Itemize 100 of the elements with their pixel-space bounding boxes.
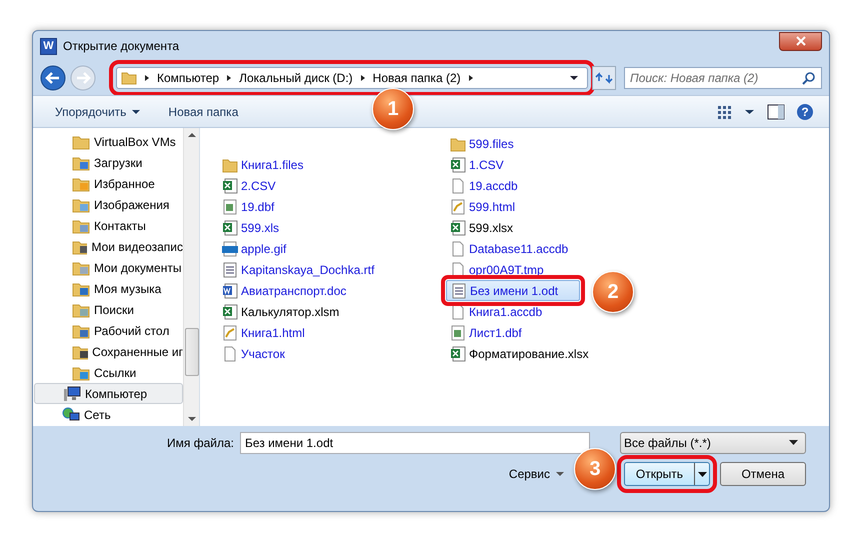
search-field[interactable]: Поиск: Новая папка (2)	[624, 67, 822, 89]
file-item[interactable]: Книга1.html	[218, 322, 446, 343]
sidebar-item[interactable]: Сеть	[34, 404, 183, 425]
filename-field[interactable]: Без имени 1.odt	[240, 432, 590, 454]
special-folder-icon	[72, 196, 90, 212]
network-icon	[62, 406, 80, 422]
sidebar-item[interactable]: Загрузки	[33, 152, 183, 173]
sidebar-item[interactable]: Компьютер	[34, 383, 183, 404]
sidebar-item[interactable]: Контакты	[33, 215, 183, 236]
word-document-icon	[222, 282, 238, 298]
sidebar-item[interactable]: Мои видеозапис	[33, 236, 183, 257]
sidebar-item[interactable]: Рабочий стол	[33, 320, 183, 341]
special-folder-icon	[72, 238, 88, 254]
scroll-up-icon[interactable]	[188, 132, 196, 137]
preview-pane-icon[interactable]	[767, 104, 785, 120]
sidebar-item[interactable]: Мои документы	[33, 257, 183, 278]
spreadsheet-icon	[450, 156, 466, 172]
spreadsheet-icon	[450, 220, 466, 236]
spreadsheet-icon	[222, 220, 238, 236]
sidebar-item[interactable]: Моя музыка	[33, 278, 183, 299]
spreadsheet-icon	[222, 178, 238, 194]
file-type-dropdown[interactable]: Все файлы (*.*)	[620, 432, 806, 454]
spreadsheet-icon	[222, 304, 238, 320]
file-item[interactable]: 599.files	[446, 133, 674, 154]
caret-icon	[556, 472, 564, 476]
app-icon: W	[40, 38, 57, 54]
folder-icon	[450, 136, 466, 152]
file-item[interactable]: Форматирование.xlsx	[446, 343, 674, 364]
sidebar-item[interactable]: Сохраненные иг	[33, 341, 183, 362]
chevron-icon	[143, 74, 151, 82]
file-item[interactable]: Калькулятор.xlsm	[218, 301, 446, 322]
search-icon	[802, 71, 816, 85]
sidebar-item[interactable]: Поиски	[33, 299, 183, 320]
scrollbar[interactable]	[183, 128, 199, 426]
scrollbar-thumb[interactable]	[184, 328, 198, 376]
special-folder-icon	[72, 260, 90, 276]
file-item[interactable]: Database11.accdb	[446, 238, 674, 259]
file-item[interactable]: Авиатранспорт.doc	[218, 280, 446, 301]
document-icon	[451, 282, 467, 298]
special-folder-icon	[72, 176, 90, 192]
filename-label: Имя файла:	[167, 436, 234, 450]
help-button[interactable]: ?	[797, 104, 813, 120]
sidebar-item[interactable]: Ссылки	[33, 362, 183, 383]
folder-icon	[72, 134, 90, 150]
file-icon	[450, 240, 466, 256]
spreadsheet-icon	[450, 324, 466, 340]
caret-icon	[788, 440, 799, 446]
file-icon	[450, 178, 466, 194]
image-file-icon	[222, 240, 238, 256]
breadcrumb[interactable]: Локальный диск (D:)	[239, 71, 353, 85]
special-folder-icon	[72, 302, 90, 318]
refresh-button[interactable]	[592, 66, 616, 90]
chevron-icon	[225, 74, 234, 82]
computer-icon	[63, 386, 81, 402]
cancel-button[interactable]: Отмена	[720, 462, 806, 486]
chevron-icon	[358, 74, 367, 82]
document-icon	[222, 262, 238, 278]
view-grid-icon[interactable]	[717, 104, 733, 118]
web-file-icon	[450, 198, 466, 214]
file-item[interactable]: Участок	[218, 343, 446, 364]
web-file-icon	[222, 324, 238, 340]
chevron-icon	[466, 74, 475, 82]
special-folder-icon	[72, 154, 90, 170]
file-item[interactable]: 2.CSV	[218, 175, 446, 196]
special-folder-icon	[72, 218, 90, 234]
caret-icon	[132, 108, 140, 114]
file-item[interactable]: apple.gif	[218, 238, 446, 259]
file-item[interactable]: Kapitanskaya_Dochka.rtf	[218, 259, 446, 280]
file-item[interactable]: 19.accdb	[446, 175, 674, 196]
breadcrumb[interactable]: Новая папка (2)	[372, 71, 461, 85]
file-item[interactable]: 599.xls	[218, 217, 446, 238]
special-folder-icon	[72, 344, 88, 360]
spreadsheet-icon	[450, 346, 466, 362]
close-icon	[796, 36, 806, 46]
scroll-down-icon[interactable]	[188, 417, 196, 422]
close-button[interactable]	[779, 32, 822, 50]
tools-button[interactable]: Сервис	[502, 466, 570, 482]
file-icon	[222, 346, 238, 362]
file-item[interactable]: Книга1.files	[218, 154, 446, 175]
special-folder-icon	[72, 280, 90, 296]
file-item[interactable]: Лист1.dbf	[446, 322, 674, 343]
sidebar-item[interactable]: Избранное	[33, 173, 183, 194]
folder-icon	[121, 71, 137, 85]
sidebar-item[interactable]: VirtualBox VMs	[33, 131, 183, 152]
dropdown-icon[interactable]	[745, 108, 755, 114]
dropdown-icon[interactable]	[569, 74, 579, 82]
organize-button[interactable]: Упорядочить	[47, 102, 148, 122]
breadcrumb[interactable]: Компьютер	[157, 71, 220, 85]
folder-icon	[222, 156, 238, 172]
special-folder-icon	[72, 322, 90, 338]
special-folder-icon	[72, 364, 90, 380]
caret-icon	[698, 472, 706, 476]
sidebar-item[interactable]: Изображения	[33, 194, 183, 215]
file-item[interactable]: 599.xlsx	[446, 217, 674, 238]
file-item[interactable]: 1.CSV	[446, 154, 674, 175]
back-button[interactable]	[40, 65, 66, 91]
file-item[interactable]: 599.html	[446, 196, 674, 217]
window-title: Открытие документа	[63, 39, 180, 53]
file-item[interactable]: 19.dbf	[218, 196, 446, 217]
new-folder-button[interactable]: Новая папка	[160, 102, 246, 122]
